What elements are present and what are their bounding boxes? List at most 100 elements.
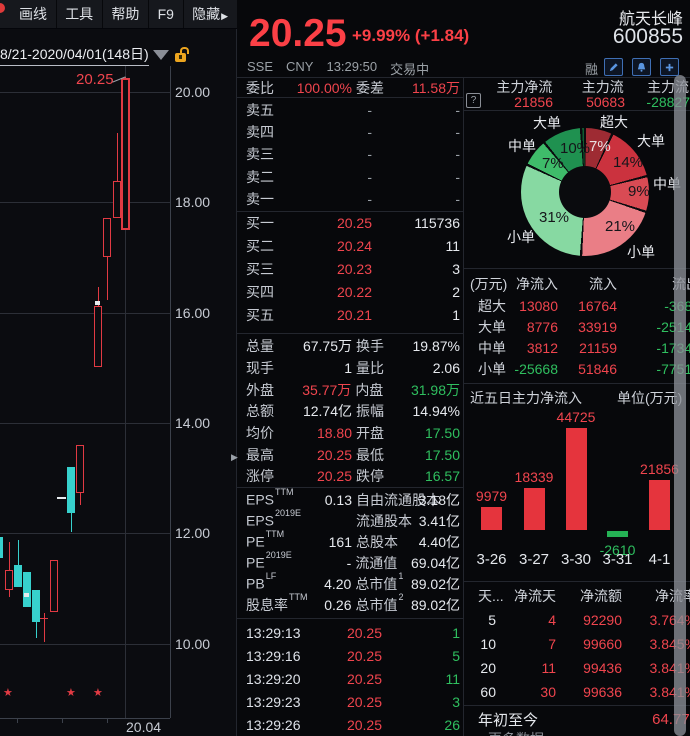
x-axis-tick xyxy=(62,719,63,723)
donut-segment-name: 超大 xyxy=(600,114,628,130)
tick-volume: 11 xyxy=(445,671,460,687)
bid-row[interactable]: 买一 20.25 115736 xyxy=(237,212,463,235)
bar-category-label: 3-30 xyxy=(560,551,592,568)
bid-row[interactable]: 买三 20.23 3 xyxy=(237,258,463,281)
fundamental-label: PETTM xyxy=(246,529,285,550)
bell-icon xyxy=(637,62,646,72)
y-axis-tick-label: 20.00 xyxy=(175,84,211,100)
ask-volume: - xyxy=(455,168,460,185)
y-axis-tick-label: 16.00 xyxy=(175,305,211,321)
fundamental-label: 总市值2 xyxy=(355,591,404,613)
period-net-amount: 92290 xyxy=(583,611,622,628)
ask-row[interactable]: 卖五 - - xyxy=(237,99,463,121)
ask-row[interactable]: 卖一 - - xyxy=(237,188,463,210)
bid-row[interactable]: 买二 20.24 11 xyxy=(237,235,463,258)
donut-percent-label: 21% xyxy=(605,218,636,235)
stat-value: 31.98万 xyxy=(410,381,460,398)
bid-volume: 1 xyxy=(452,307,460,323)
alert-icon[interactable] xyxy=(632,58,651,76)
fundamental-value: 4.40亿 xyxy=(418,533,460,550)
bid-row[interactable]: 买四 20.22 2 xyxy=(237,281,463,304)
stat-row: 涨停 20.25 跌停 16.57 xyxy=(237,466,463,488)
fundamental-row: EPSTTM 0.13 自由流通股本 3.18亿 xyxy=(237,487,463,510)
candlestick-chart[interactable]: 20.00 18.00 16.00 14.00 12.00 10.00 ★ ★ ★ xyxy=(0,0,237,736)
candle-body-down xyxy=(14,565,22,587)
flow-table-row: 大单877633919-25143 xyxy=(463,316,690,337)
period-table-row: 107996603.845% xyxy=(463,632,690,656)
stat-row: 总量 67.75万 换手 19.87% xyxy=(237,336,463,358)
ask-volume: - xyxy=(455,123,460,140)
stat-label: 总量 xyxy=(246,338,274,355)
flow-table-row: 超大1308016764-3684 xyxy=(463,295,690,316)
fundamental-value: 89.02亿 xyxy=(410,575,460,592)
tick-volume: 3 xyxy=(452,694,460,710)
flow-row-value: 33919 xyxy=(578,318,617,335)
add-to-watchlist-icon[interactable] xyxy=(660,58,679,76)
period-table-header: 天... xyxy=(478,587,504,604)
star-marker-icon: ★ xyxy=(3,687,13,699)
exchange-label: SSE xyxy=(247,59,274,74)
gridline-h xyxy=(0,423,170,424)
weibi-row: 委比 100.00% 委差 11.58万 xyxy=(237,79,463,97)
fundamental-row: PETTM 161 总股本 4.40亿 xyxy=(237,529,463,552)
stat-value: 14.94% xyxy=(412,403,460,420)
x-axis-tick xyxy=(107,719,108,723)
ask-price: - xyxy=(367,168,372,185)
y-axis-line xyxy=(170,66,171,718)
divider xyxy=(463,268,690,269)
fundamental-label: PE2019E xyxy=(246,550,292,571)
plus-icon xyxy=(665,63,674,71)
bid-label: 买五 xyxy=(246,307,274,323)
bid-volume: 115736 xyxy=(414,215,460,231)
scrollbar[interactable] xyxy=(674,75,686,736)
currency-label: CNY xyxy=(286,59,314,74)
stat-row: 总额 12.74亿 振幅 14.94% xyxy=(237,401,463,423)
stat-value: 19.87% xyxy=(412,338,460,355)
bid-label: 买一 xyxy=(246,215,274,231)
main-flow-value: 21856 xyxy=(514,93,553,110)
ask-label: 卖五 xyxy=(246,101,274,118)
flow-table-header: 净流入 xyxy=(516,276,558,292)
candle-body-up xyxy=(94,306,102,367)
margin-trading-flag: 融 xyxy=(585,62,599,77)
stat-label: 均价 xyxy=(246,425,274,442)
star-marker-icon: ★ xyxy=(93,687,103,699)
period-table-row: 54922903.764% xyxy=(463,608,690,632)
candle-body-up xyxy=(113,181,121,218)
period-days: 10 xyxy=(480,635,496,652)
tick-price: 20.25 xyxy=(346,625,382,641)
ask-row[interactable]: 卖二 - - xyxy=(237,165,463,187)
flow-row-label: 大单 xyxy=(478,318,506,335)
donut-percent-label: 14% xyxy=(613,154,644,171)
stat-label: 开盘 xyxy=(356,425,384,442)
period-days: 5 xyxy=(488,611,496,628)
period-net-days: 11 xyxy=(541,659,556,676)
weicha-value: 11.58万 xyxy=(412,80,460,96)
gridline-h xyxy=(0,644,170,645)
fundamental-value: 3.18亿 xyxy=(418,491,460,508)
flow-table-header: (万元) xyxy=(470,276,508,292)
fundamental-value: 0.13 xyxy=(324,491,352,508)
fundamental-label: 总市值1 xyxy=(355,570,404,592)
bar-positive xyxy=(649,480,670,530)
fundamental-value: 0.26 xyxy=(324,596,352,613)
label-superscript: LF xyxy=(265,571,277,582)
bid-volume: 2 xyxy=(452,284,460,300)
weicha-label: 委差 xyxy=(356,80,384,96)
gridline-h xyxy=(0,533,170,534)
help-icon[interactable]: ? xyxy=(466,93,481,108)
ask-label: 卖三 xyxy=(246,146,274,163)
tick-time: 13:29:16 xyxy=(246,648,301,664)
period-net-amount: 99660 xyxy=(583,635,622,652)
divider xyxy=(463,110,690,111)
fundamental-value: 161 xyxy=(328,533,352,550)
ask-price: - xyxy=(367,146,372,163)
period-table-row: 2011994363.841% xyxy=(463,656,690,680)
tick-price: 20.25 xyxy=(346,648,382,664)
ask-row[interactable]: 卖四 - - xyxy=(237,121,463,143)
bid-row[interactable]: 买五 20.21 1 xyxy=(237,304,463,327)
ask-row[interactable]: 卖三 - - xyxy=(237,143,463,165)
bar-positive xyxy=(523,488,545,530)
flow-row-label: 小单 xyxy=(478,360,506,377)
edit-icon[interactable] xyxy=(604,58,623,76)
